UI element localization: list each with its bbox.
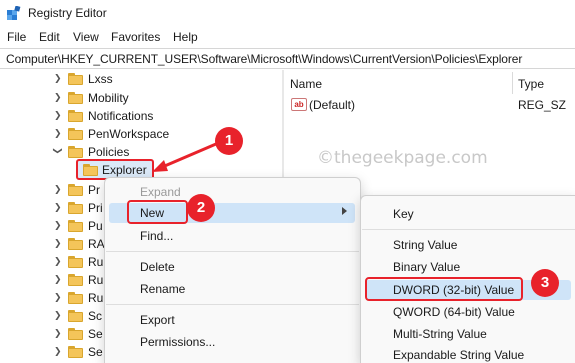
menu-separator [106,304,359,305]
folder-icon [68,92,83,104]
submenu-arrow-icon [342,207,347,215]
value-name: (Default) [309,98,356,112]
submenu-item-multi-string-value[interactable]: Multi-String Value [393,327,487,341]
annotation-box-new [127,200,188,224]
tree-item-label: Pr [88,183,100,197]
step-badge-1: 1 [215,127,243,155]
folder-open-icon [68,146,83,158]
tree-item-label: Mobility [88,91,129,105]
chevron-right-icon[interactable]: ❯ [54,275,62,284]
menu-edit[interactable]: Edit [39,30,60,44]
annotation-arrow-icon [152,142,217,172]
menu-item-find[interactable]: Find... [140,229,173,243]
tree-item-label: Pu [88,219,103,233]
folder-icon [68,256,83,268]
folder-icon [68,220,83,232]
chevron-right-icon[interactable]: ❯ [54,293,62,302]
folder-icon [68,328,83,340]
tree-item-label: Policies [88,145,130,159]
tree-item-label: Sc [88,309,103,323]
menu-view[interactable]: View [73,30,99,44]
chevron-right-icon[interactable]: ❯ [54,239,62,248]
menu-item-permissions[interactable]: Permissions... [140,335,215,349]
column-header-name[interactable]: Name [290,77,322,91]
submenu-item-expandable-string-value[interactable]: Expandable String Value [393,348,524,362]
window-title: Registry Editor [28,6,107,20]
chevron-right-icon[interactable]: ❯ [54,111,62,120]
folder-icon [83,164,98,176]
submenu-item-string-value[interactable]: String Value [393,238,457,252]
submenu-item-qword-value[interactable]: QWORD (64-bit) Value [393,305,515,319]
menu-separator [362,229,575,230]
chevron-right-icon[interactable]: ❯ [54,311,62,320]
step-badge-3: 3 [531,269,559,297]
tree-item-label: Se [88,345,103,359]
tree-item-label: Lxss [88,72,113,86]
column-divider[interactable] [512,72,513,94]
chevron-right-icon[interactable]: ❯ [54,347,62,356]
menu-item-rename[interactable]: Rename [140,282,185,296]
value-type: REG_SZ [518,98,567,112]
menu-file[interactable]: File [7,30,26,44]
chevron-right-icon[interactable]: ❯ [54,93,62,102]
column-header-type[interactable]: Type [518,77,544,91]
tree-item-label: Ru [88,255,104,269]
address-path[interactable]: Computer\HKEY_CURRENT_USER\Software\Micr… [6,52,522,66]
tree-item-label: RA [88,237,105,251]
menu-item-delete[interactable]: Delete [140,260,175,274]
folder-icon [68,292,83,304]
chevron-right-icon[interactable]: ❯ [54,74,62,83]
tree-item-label: Ru [88,273,104,287]
folder-icon [68,128,83,140]
submenu-item-key[interactable]: Key [393,207,414,221]
folder-icon [68,346,83,358]
chevron-down-icon[interactable]: ❯ [53,147,63,155]
folder-icon [68,184,83,196]
value-row[interactable]: ab (Default) REG_SZ [288,96,575,114]
chevron-right-icon[interactable]: ❯ [54,129,62,138]
menu-favorites[interactable]: Favorites [111,30,160,44]
tree-item-label: Se [88,327,103,341]
folder-icon [68,274,83,286]
menu-separator [106,251,359,252]
chevron-right-icon[interactable]: ❯ [54,329,62,338]
title-bar: Registry Editor [0,0,575,26]
folder-icon [68,110,83,122]
step-badge-2: 2 [187,194,215,222]
chevron-right-icon[interactable]: ❯ [54,221,62,230]
tree-item-label: Pri [88,201,103,215]
chevron-right-icon[interactable]: ❯ [54,185,62,194]
folder-icon [68,202,83,214]
watermark: ©thegeekpage.com [317,148,488,168]
menu-item-export[interactable]: Export [140,313,175,327]
chevron-right-icon[interactable]: ❯ [54,257,62,266]
chevron-right-icon[interactable]: ❯ [54,203,62,212]
menu-item-expand: Expand [140,185,181,199]
menu-help[interactable]: Help [173,30,198,44]
string-value-icon: ab [291,98,307,111]
menu-bar: File Edit View Favorites Help [0,27,575,47]
folder-icon [68,238,83,250]
tree-item-label: Explorer [102,163,147,177]
folder-icon [68,73,83,85]
tree-item-label: Notifications [88,109,154,123]
address-bar[interactable]: Computer\HKEY_CURRENT_USER\Software\Micr… [0,48,575,69]
annotation-box-dword [365,277,523,301]
registry-editor-icon [7,6,21,20]
folder-icon [68,310,83,322]
submenu-item-binary-value[interactable]: Binary Value [393,260,460,274]
tree-item-label: Ru [88,291,104,305]
tree-partial-rows: ❯ Pr ❯ Pri ❯ Pu ❯ RA ❯ Ru ❯ Ru ❯ Ru ❯ Sc ❯ Se ❯ Se [0,181,105,362]
